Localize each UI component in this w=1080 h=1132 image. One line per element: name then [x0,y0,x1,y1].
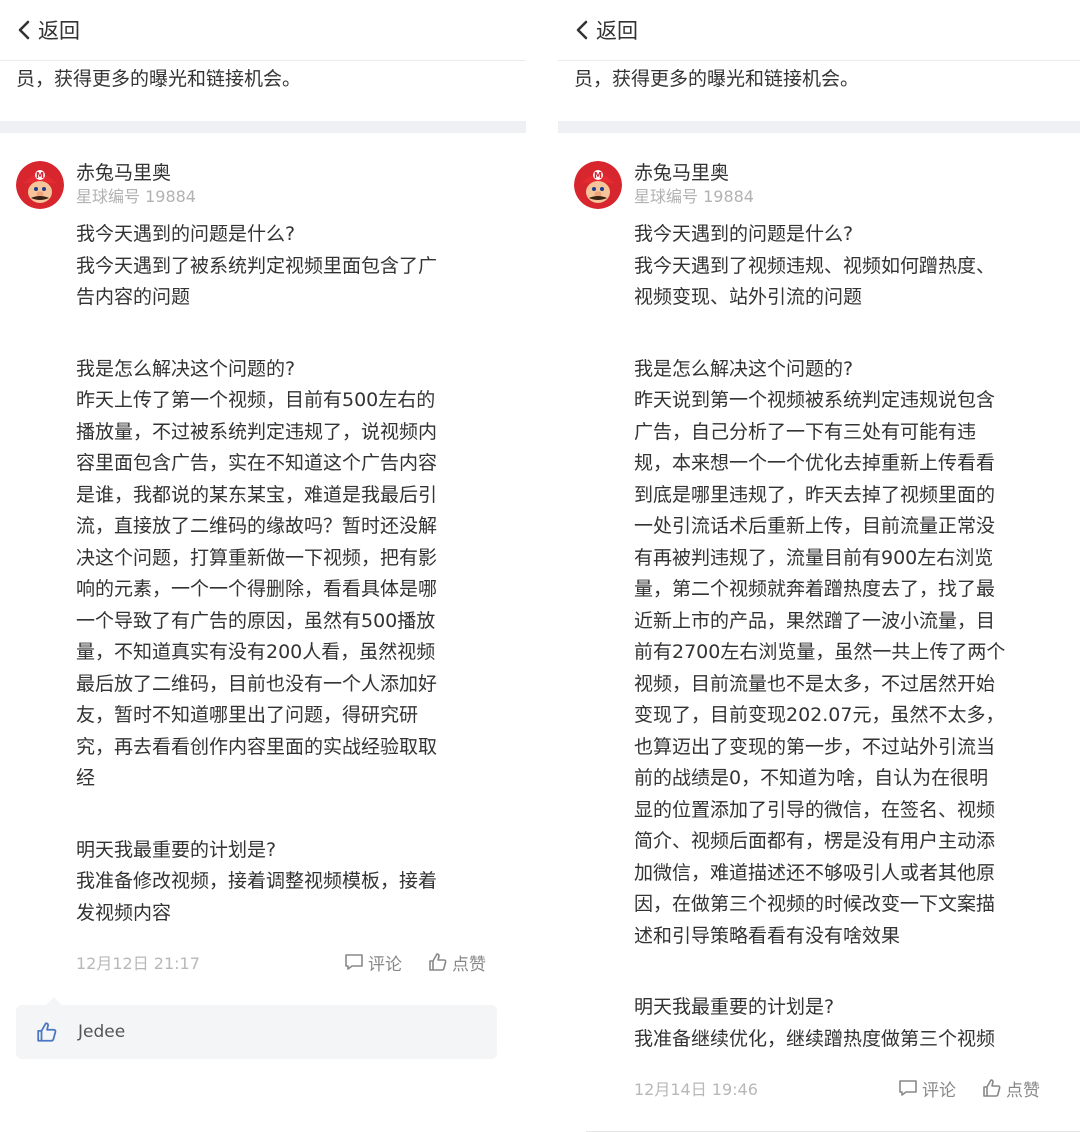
comment-icon [345,954,363,970]
like-button[interactable]: 点赞 [428,950,486,975]
thumbs-up-icon [429,953,447,971]
question-heading: 我是怎么解决这个问题的? [634,357,854,380]
comment-button[interactable]: 评论 [344,950,402,975]
question-heading: 我今天遇到的问题是什么? [76,223,296,245]
post-meta: 12月14日 19:46 评论 点赞 [634,1073,1040,1103]
answer-text: 我准备继续优化，继续蹭热度做第三个视频 [634,1027,996,1050]
like-label: 点赞 [1006,1080,1040,1101]
intro-text: 员，获得更多的曝光和链接机会。 [16,68,302,90]
post-panel-left: 返回 员，获得更多的曝光和链接机会。 M 赤兔马里奥 星球编号 19884 我今… [0,0,526,1132]
like-label: 点赞 [452,954,486,975]
post-date: 12月12日 21:17 [76,954,200,973]
question-heading: 我是怎么解决这个问题的? [76,357,296,380]
thumbs-up-icon [37,1022,57,1042]
author-member-id: 星球编号 19884 [76,187,196,206]
answer-text: 昨天上传了第一个视频，目前有500左右的 播放量，不过被系统判定违规了，说视频内… [76,389,438,789]
answer-text: 昨天说到第一个视频被系统判定违规说包含 广告，自己分析了一下有三处有可能有违 规… [634,389,1006,947]
back-button[interactable]: 返回 [16,15,80,45]
chevron-left-icon [18,20,30,40]
answer-text: 我准备修改视频，接着调整视频模板，接着 发视频内容 [76,870,438,924]
post-body: 我今天遇到的问题是什么? 我今天遇到了被系统判定视频里面包含了广 告内容的问题 … [76,219,490,929]
back-label: 返回 [38,19,80,43]
comment-button[interactable]: 评论 [898,1076,956,1101]
comment-label: 评论 [922,1080,956,1101]
question-heading: 明天我最重要的计划是? [634,996,835,1018]
author-block: 赤兔马里奥 星球编号 19884 [76,161,526,209]
post-body: 我今天遇到的问题是什么? 我今天遇到了视频违规、视频如何蹭热度、 视频变现、站外… [634,219,1044,1055]
liker-name[interactable]: Jedee [78,1022,125,1042]
post: M 赤兔马里奥 星球编号 19884 我今天遇到的问题是什么? 我今天遇到了被系… [0,133,526,1059]
post-panel-right: 返回 员，获得更多的曝光和链接机会。 M 赤兔马里奥 星球编号 19884 我今… [558,0,1080,1132]
avatar[interactable]: M [574,161,622,209]
back-label: 返回 [596,19,638,43]
answer-text: 我今天遇到了视频违规、视频如何蹭热度、 视频变现、站外引流的问题 [634,254,996,309]
author-name[interactable]: 赤兔马里奥 [634,161,1080,185]
comment-label: 评论 [368,954,402,975]
author-name[interactable]: 赤兔马里奥 [76,161,526,185]
top-bar: 返回 [0,0,526,61]
answer-text: 我今天遇到了被系统判定视频里面包含了广 告内容的问题 [76,254,438,309]
author-block: 赤兔马里奥 星球编号 19884 [634,161,1080,209]
svg-text:M: M [36,171,44,180]
thumbs-up-icon [983,1079,1001,1097]
post-date: 12月14日 19:46 [634,1080,758,1099]
likes-pointer [46,997,62,1005]
question-heading: 明天我最重要的计划是? [76,838,277,861]
author-member-id: 星球编号 19884 [634,187,754,206]
section-divider [0,121,526,133]
comment-icon [899,1080,917,1096]
question-heading: 我今天遇到的问题是什么? [634,223,854,245]
section-divider [558,121,1080,133]
intro-text: 员，获得更多的曝光和链接机会。 [574,68,860,90]
chevron-left-icon [576,20,588,40]
back-button[interactable]: 返回 [574,15,638,45]
like-button[interactable]: 点赞 [982,1076,1040,1101]
svg-text:M: M [594,171,602,180]
avatar[interactable]: M [16,161,64,209]
post-meta: 12月12日 21:17 评论 点赞 [76,947,486,977]
top-bar: 返回 [558,0,1080,61]
post: M 赤兔马里奥 星球编号 19884 我今天遇到的问题是什么? 我今天遇到了视频… [558,133,1080,1103]
likes-box: Jedee [16,997,497,1059]
